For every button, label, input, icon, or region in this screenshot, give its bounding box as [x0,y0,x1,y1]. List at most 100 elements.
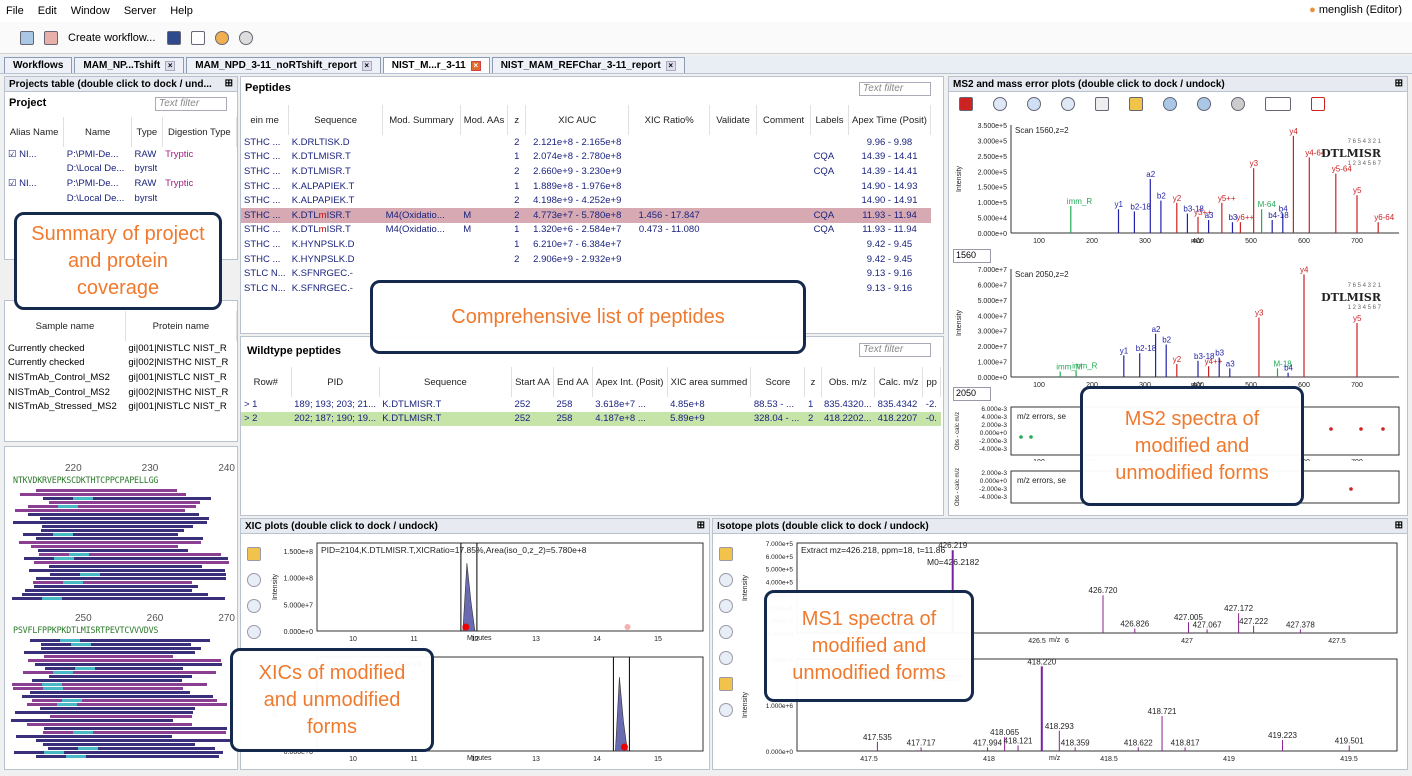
pan-icon[interactable] [719,651,733,665]
close-project-icon[interactable] [44,30,58,45]
close-icon[interactable]: × [665,60,676,71]
tab-mam-npd-report[interactable]: MAM_NPD_3-11_noRTshift_report × [186,57,381,73]
zoom-in-icon[interactable] [719,573,733,587]
scan-select-1[interactable]: 1560 [953,249,991,263]
ms2-panel-title[interactable]: MS2 and mass error plots (double click t… [949,77,1407,92]
table-row[interactable]: > 1 189; 193; 203; 21... K.DTLMISR.T 252 258… [241,397,941,412]
table-row[interactable]: Currently checked gi|002|NISTHC NIST_R [5,356,237,371]
col-header[interactable]: Validate [709,105,758,135]
col-header[interactable]: Protein name [125,311,238,341]
tab-workflows[interactable]: Workflows [4,57,73,73]
col-header[interactable]: Row# [241,367,292,397]
col-header[interactable]: z [507,105,527,135]
settings-icon[interactable] [1231,97,1245,111]
col-header[interactable]: Name [63,117,133,147]
zoom-in-icon[interactable] [247,573,261,587]
menu-help[interactable]: Help [170,5,193,17]
projects-panel-title[interactable]: Projects table (double click to dock / u… [5,77,237,92]
zoom-fit-icon[interactable] [1197,97,1211,111]
ion-series-icon[interactable] [1311,97,1325,111]
table-row[interactable]: D:\Local De... byrslt [5,162,237,177]
redo-icon[interactable] [239,30,254,45]
lock-icon[interactable] [719,677,733,691]
open-icon[interactable] [20,30,34,45]
table-row[interactable]: Currently checked gi|001|NISTLC NIST_R [5,341,237,356]
tag-icon[interactable] [247,547,261,561]
lock-icon[interactable] [1129,97,1143,111]
table-row[interactable]: STHC ... K.DTLMISR.T 2 2.660e+9 - 3.230e+9 C… [241,164,931,179]
col-header[interactable]: Type [131,117,163,147]
ms2-spectrum-modified[interactable]: 3.500e+5 3.000e+5 2.500e+5 2.000e+5 1.500e+5… [949,119,1405,255]
table-row[interactable]: ☑ NI... P:\PMI-De... RAW Tryptic [5,147,237,162]
menu-file[interactable]: File [6,5,24,17]
table-row[interactable]: STHC ... K.ALPAPIEK.T 1 1.889e+8 - 1.976e+8… [241,179,931,194]
zoom-reset-icon[interactable] [1163,97,1177,111]
col-header[interactable]: ein me [241,105,290,135]
table-row[interactable]: STHC ... K.DTLMISR.T 1 2.074e+8 - 2.780e+8 C… [241,150,931,165]
zoom-out-icon[interactable] [1061,97,1075,111]
document-icon[interactable] [191,30,206,45]
table-row[interactable]: STLC N... K.SFNRGEC.- 9.13 - 9.16 [241,266,931,281]
undo-icon[interactable] [215,30,230,45]
table-row[interactable]: STHC ... K.DRLTISK.D 2 2.121e+8 - 2.165e+8 9… [241,135,931,150]
xic-plot-modified[interactable]: 1.500e+8 1.000e+8 5.000e+7 0.000e+0 Intensit… [265,537,707,649]
table-row[interactable]: NISTmAb_Stressed_MS2 gi|001|NISTLC NIST_R [5,399,237,414]
col-header[interactable]: z [804,367,822,397]
menu-edit[interactable]: Edit [38,5,57,17]
col-header[interactable]: Sequence [379,367,513,397]
zoom-reset-icon[interactable] [719,703,733,717]
xic-panel-title[interactable]: XIC plots (double click to dock / undock… [241,519,709,534]
project-filter-input[interactable]: Text filter [155,97,227,111]
table-row[interactable]: STHC ... K.HYNPSLK.D 1 6.210e+7 - 6.384e+7 9… [241,237,931,252]
zoom-box-icon[interactable] [719,599,733,613]
table-row[interactable]: STHC ... K.HYNPSLK.D 2 2.906e+9 - 2.932e+9 9… [241,252,931,267]
zoom-box-icon[interactable] [1027,97,1041,111]
dock-icon[interactable]: ⊞ [225,78,233,89]
zoom-out-icon[interactable] [247,625,261,639]
col-header[interactable]: XIC Ratio% [628,105,710,135]
col-header[interactable]: XIC AUC [525,105,630,135]
tag-icon[interactable] [719,547,733,561]
col-header[interactable]: Digestion Type [162,117,238,147]
col-header[interactable]: Comment [756,105,812,135]
col-header[interactable]: Obs. m/z [821,367,876,397]
menu-window[interactable]: Window [71,5,110,17]
tab-nist-refchar-report[interactable]: NIST_MAM_REFChar_3-11_report × [491,57,685,73]
spectrum-icon[interactable] [959,97,973,111]
col-header[interactable]: Score [750,367,806,397]
menu-server[interactable]: Server [124,5,156,17]
close-icon[interactable]: × [165,60,176,71]
zoom-out-icon[interactable] [719,625,733,639]
col-header[interactable]: Mod. Summary [382,105,461,135]
close-icon[interactable]: × [470,60,481,71]
apex-marker[interactable] [620,743,628,751]
zoom-box-icon[interactable] [247,599,261,613]
tab-mam-np-tshift[interactable]: MAM_NP...Tshift × [74,57,185,73]
col-header[interactable]: XIC area summed [667,367,752,397]
col-header[interactable]: Start AA [511,367,554,397]
col-header[interactable]: PID [291,367,380,397]
dock-icon[interactable]: ⊞ [1395,78,1403,89]
table-row[interactable]: STHC ... K.ALPAPIEK.T 2 4.198e+9 - 4.252e+9… [241,193,931,208]
table-row[interactable]: NISTmAb_Control_MS2 gi|001|NISTLC NIST_R [5,370,237,385]
col-header[interactable]: Sequence [288,105,384,135]
col-header[interactable]: Sample name [5,311,126,341]
wildtype-filter-input[interactable]: Text filter [859,343,931,357]
table-row[interactable]: STHC ... K.DTLmISR.T M4(Oxidatio... M 1 1.320… [241,223,931,238]
col-header[interactable]: pp [922,367,941,397]
table-row[interactable]: ☑ NI... P:\PMI-De... RAW Tryptic [5,176,237,191]
table-row[interactable]: D:\Local De... byrslt [5,191,237,206]
user-label[interactable]: ● menglish (Editor) [1309,4,1402,16]
table-row[interactable]: > 2 202; 187; 190; 19... K.DTLMISR.T 252 258… [241,411,941,427]
close-icon[interactable]: × [361,60,372,71]
zoom-in-icon[interactable] [993,97,1007,111]
col-header[interactable]: Labels [810,105,849,135]
table-row[interactable]: NISTmAb_Control_MS2 gi|002|NISTHC NIST_R [5,385,237,400]
apex-marker[interactable] [462,623,470,631]
bookmark-icon[interactable] [167,30,182,45]
col-header[interactable]: End AA [553,367,593,397]
col-header[interactable]: Mod. AAs [460,105,509,135]
table-row[interactable]: STHC ... K.DTLmISR.T M4(Oxidatio... M 2 4.773… [241,207,931,223]
tab-nist-m-3-11[interactable]: NIST_M...r_3-11 × [382,57,490,73]
col-header[interactable]: Apex Int. (Posit) [592,367,668,397]
